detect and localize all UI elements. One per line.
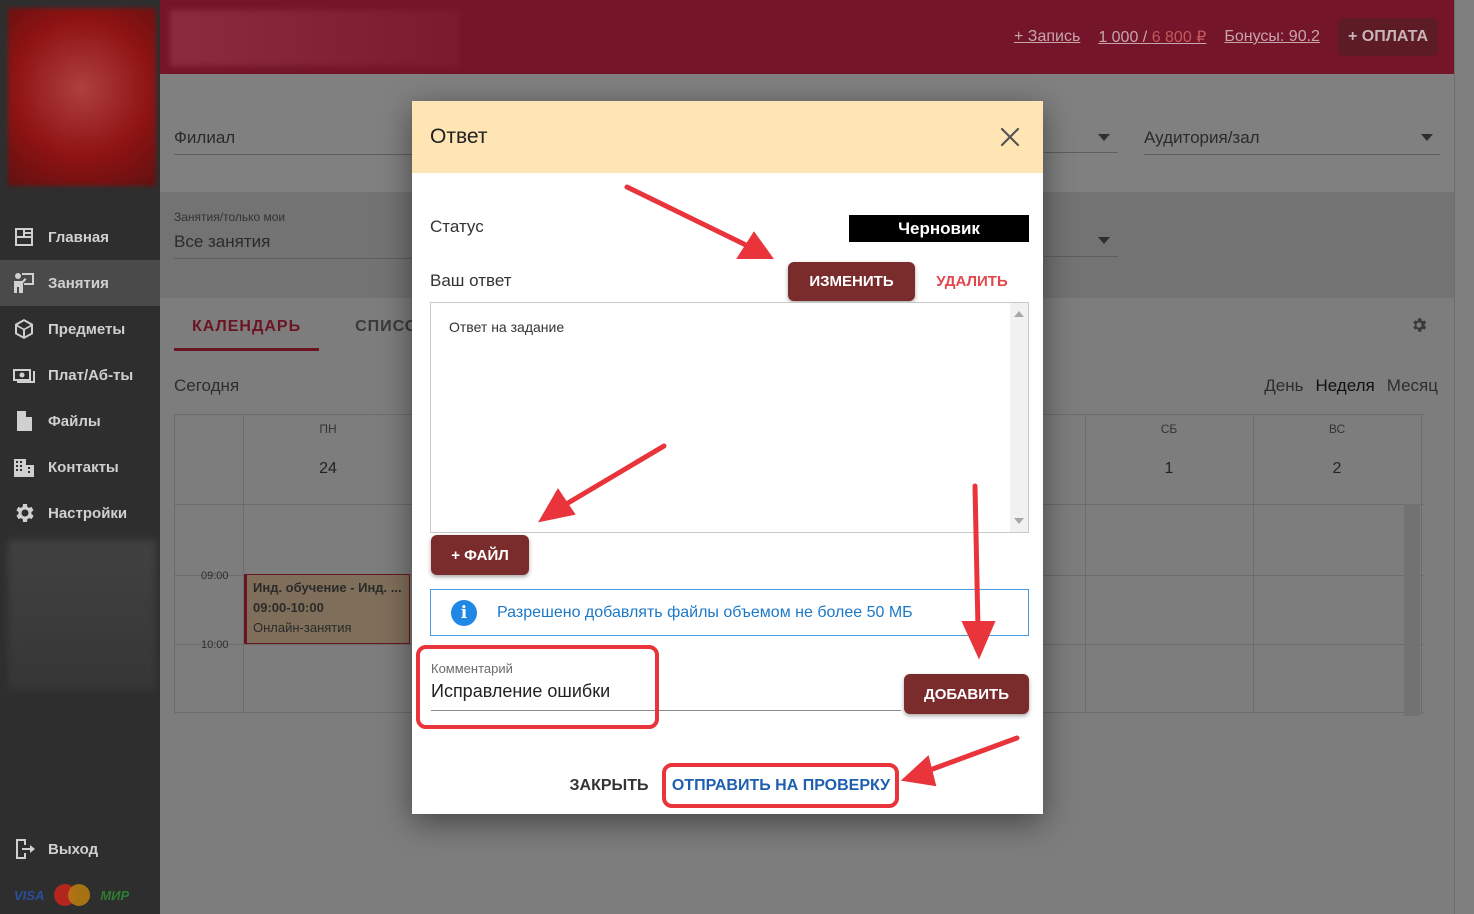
sidebar-item-label: Главная [48, 228, 110, 246]
calendar-tabs: КАЛЕНДАРЬ СПИСОК [174, 314, 429, 351]
building-icon [12, 455, 36, 479]
day-name-sat: СБ [1160, 422, 1178, 436]
grid-col [1085, 414, 1086, 714]
cube-icon [12, 317, 36, 341]
pay-button[interactable]: + ОПЛАТА [1337, 18, 1438, 56]
calendar-event[interactable]: Инд. обучение - Инд. ... 09:00-10:00 Онл… [244, 574, 410, 644]
logout-button[interactable]: Выход [0, 826, 160, 872]
chevron-down-icon [1421, 134, 1433, 141]
annotation-highlight-send [662, 763, 899, 808]
sidebar-item-label: Файлы [48, 412, 101, 430]
header-links: + Запись 1 000 / 6 800 ₽ Бонусы: 90.2 + … [1014, 18, 1438, 56]
sidebar-item-settings[interactable]: Настройки [0, 490, 160, 536]
day-number-mon[interactable]: 24 [244, 460, 412, 478]
header-blurred-title [170, 10, 460, 66]
modal-header: Ответ [412, 101, 1043, 173]
sidebar-item-label: Занятия [48, 274, 109, 292]
sidebar-blurred-area [8, 540, 156, 690]
sidebar-item-label: Контакты [48, 458, 119, 476]
grid-col [243, 414, 244, 714]
view-month[interactable]: Месяц [1387, 376, 1438, 396]
sidebar-item-subjects[interactable]: Предметы [0, 306, 160, 352]
gear-icon[interactable] [1410, 316, 1428, 334]
lessons-filter-select[interactable]: Все занятия [174, 232, 414, 259]
sidebar: Главная Занятия Предметы Плат/Аб-ты Файл… [0, 0, 160, 914]
gear-icon [12, 501, 36, 525]
chevron-down-icon [1098, 134, 1110, 141]
new-record-link[interactable]: + Запись [1014, 28, 1080, 46]
balance-link[interactable]: 1 000 / 6 800 ₽ [1098, 27, 1206, 47]
time-label: 09:00 [201, 570, 229, 582]
sidebar-item-label: Плат/Аб-ты [48, 366, 134, 384]
select-field-hidden-2[interactable] [1044, 232, 1118, 257]
logout: Выход [0, 826, 160, 872]
bonuses-link[interactable]: Бонусы: 90.2 [1224, 28, 1320, 46]
logo[interactable] [8, 8, 156, 186]
status-badge: Черновик [849, 215, 1029, 242]
day-number-sun[interactable]: 2 [1253, 460, 1421, 478]
time-label: 10:00 [201, 639, 229, 651]
sidebar-item-files[interactable]: Файлы [0, 398, 160, 444]
room-select[interactable]: Аудитория/зал [1144, 128, 1440, 155]
add-comment-button[interactable]: ДОБАВИТЬ [904, 674, 1029, 714]
event-title: Инд. обучение - Инд. ... [253, 580, 402, 595]
branch-select[interactable]: Филиал [174, 128, 414, 155]
calendar-view-switch: День Неделя Месяц [1264, 376, 1438, 396]
info-text: Разрешено добавлять файлы объемом не бол… [497, 603, 913, 621]
edit-button[interactable]: ИЗМЕНИТЬ [788, 262, 915, 301]
close-icon[interactable] [995, 122, 1025, 152]
balance-amount: 1 000 / [1098, 29, 1152, 46]
delete-button[interactable]: УДАЛИТЬ [922, 262, 1022, 301]
mastercard-logo [54, 884, 91, 906]
info-alert: i Разрешено добавлять файлы объемом не б… [430, 589, 1029, 636]
sidebar-item-lessons[interactable]: Занятия [0, 260, 160, 306]
sidebar-item-contacts[interactable]: Контакты [0, 444, 160, 490]
modal-title: Ответ [430, 125, 488, 148]
status-label: Статус [430, 217, 484, 236]
grid-col [1253, 414, 1254, 714]
logout-icon [12, 837, 36, 861]
view-week[interactable]: Неделя [1315, 376, 1374, 396]
grid-col [1421, 414, 1422, 714]
file-icon [12, 409, 36, 433]
sidebar-item-main[interactable]: Главная [0, 214, 160, 260]
annotation-highlight-comment [416, 645, 659, 729]
money-icon [12, 363, 36, 387]
sidebar-nav: Главная Занятия Предметы Плат/Аб-ты Файл… [0, 214, 160, 536]
day-name-sun: ВС [1328, 422, 1346, 436]
grid-col [174, 414, 175, 714]
info-icon: i [451, 599, 477, 626]
day-name-mon: ПН [319, 422, 337, 436]
debt-amount: 6 800 ₽ [1151, 29, 1207, 46]
sidebar-item-label: Предметы [48, 320, 126, 338]
payment-logos: VISA МИР [14, 884, 129, 906]
tab-calendar[interactable]: КАЛЕНДАРЬ [174, 314, 320, 351]
answer-scrollbar[interactable] [1010, 303, 1028, 532]
lessons-filter-label: Занятия/только мои [174, 210, 286, 224]
sidebar-item-payments[interactable]: Плат/Аб-ты [0, 352, 160, 398]
logout-label: Выход [48, 840, 99, 858]
today-button[interactable]: Сегодня [174, 376, 239, 396]
visa-logo: VISA [14, 887, 45, 903]
mir-logo: МИР [100, 887, 130, 903]
answer-textarea[interactable]: Ответ на задание [430, 302, 1029, 533]
close-button[interactable]: ЗАКРЫТЬ [562, 771, 656, 801]
calendar-scrollbar[interactable] [1404, 504, 1420, 716]
event-time: 09:00-10:00 [253, 600, 324, 615]
day-number-sat[interactable]: 1 [1085, 460, 1253, 478]
chevron-down-icon [1098, 237, 1110, 244]
answer-label: Ваш ответ [430, 271, 512, 290]
teacher-icon [12, 271, 36, 295]
sidebar-item-label: Настройки [48, 504, 128, 522]
event-place: Онлайн-занятия [253, 620, 352, 635]
page-scrollbar[interactable] [1454, 0, 1474, 914]
top-header: + Запись 1 000 / 6 800 ₽ Бонусы: 90.2 + … [160, 0, 1454, 74]
add-file-button[interactable]: + ФАЙЛ [431, 535, 529, 575]
view-day[interactable]: День [1264, 376, 1303, 396]
dashboard-icon [12, 225, 36, 249]
